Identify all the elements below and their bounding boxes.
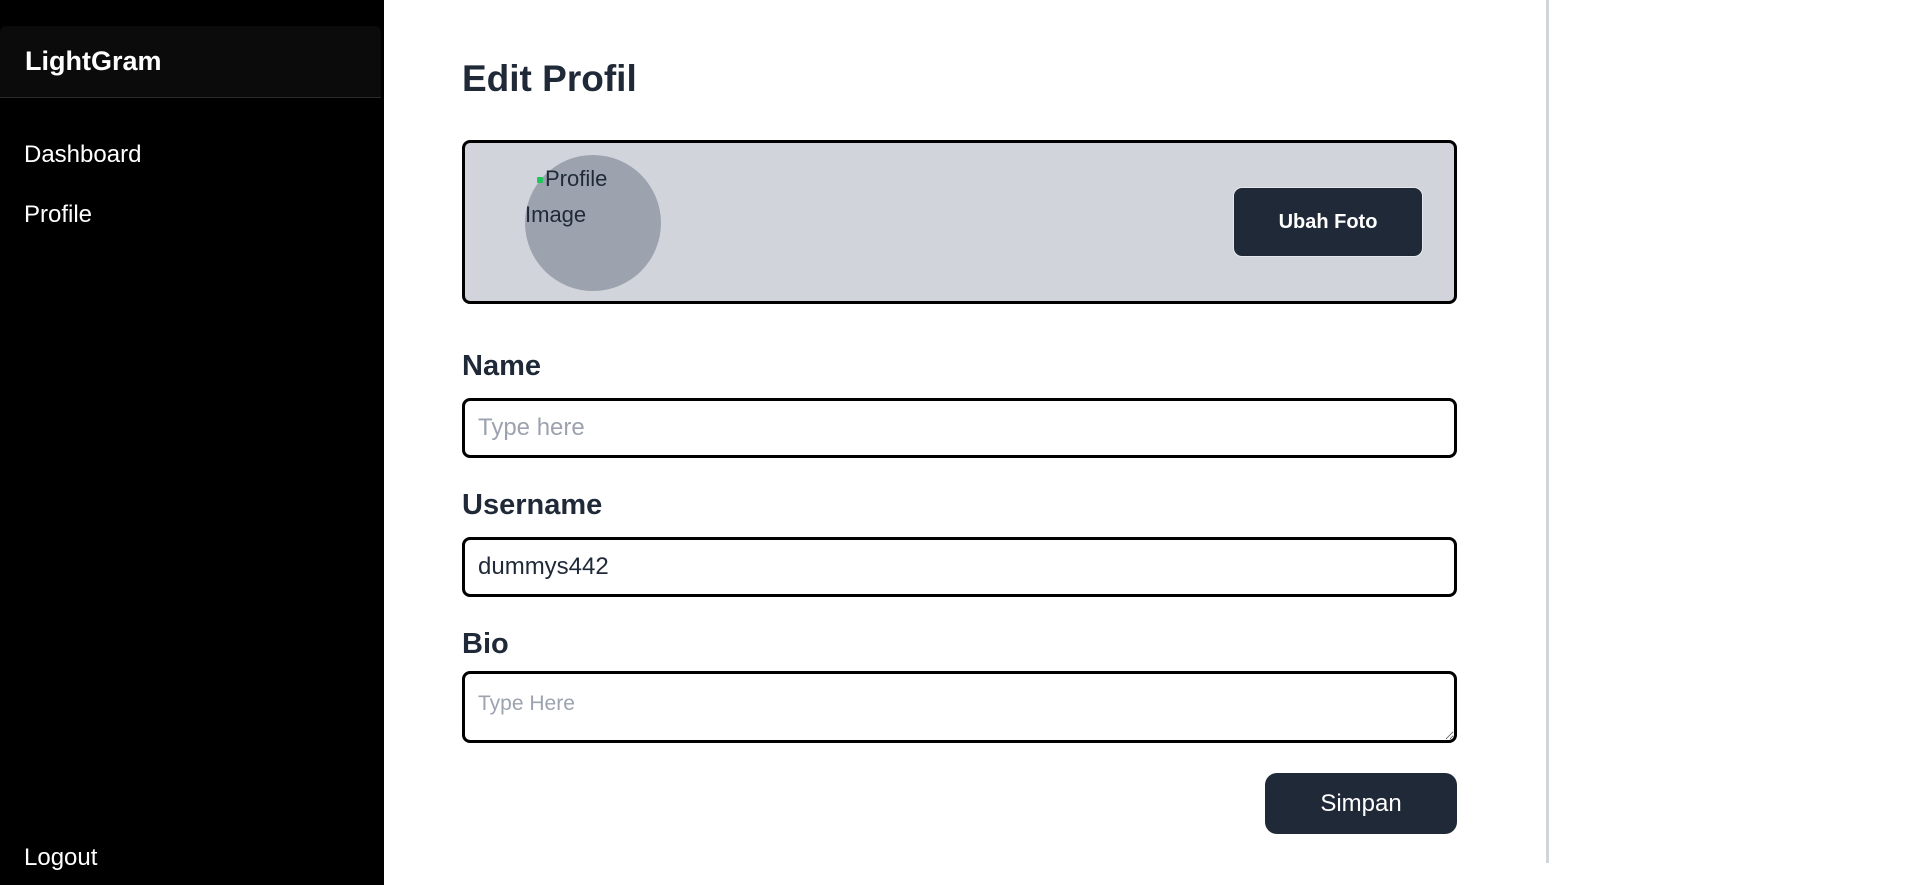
brand-logo[interactable]: LightGram bbox=[0, 26, 381, 98]
sidebar-item-dashboard[interactable]: Dashboard bbox=[24, 135, 141, 195]
sidebar: LightGram Dashboard Profile Logout bbox=[0, 0, 384, 885]
page-title: Edit Profil bbox=[462, 58, 637, 99]
username-label: Username bbox=[462, 489, 603, 521]
bio-textarea[interactable] bbox=[462, 671, 1457, 743]
change-photo-button[interactable]: Ubah Foto bbox=[1233, 187, 1423, 257]
bio-label: Bio bbox=[462, 628, 509, 660]
app-root: LightGram Dashboard Profile Logout Edit … bbox=[0, 0, 1914, 885]
name-input[interactable] bbox=[462, 398, 1457, 458]
avatar-broken-image: Profile Image bbox=[525, 161, 645, 233]
main-content: Edit Profil Profile Image Ubah Foto Name… bbox=[384, 0, 1548, 885]
username-input[interactable] bbox=[462, 537, 1457, 597]
avatar-alt-text: Profile Image bbox=[525, 166, 608, 227]
save-button[interactable]: Simpan bbox=[1265, 773, 1457, 834]
sidebar-item-profile[interactable]: Profile bbox=[24, 195, 141, 255]
logout-link[interactable]: Logout bbox=[24, 838, 97, 878]
sidebar-nav: Dashboard Profile bbox=[24, 135, 141, 255]
profile-photo-card: Profile Image Ubah Foto bbox=[462, 140, 1457, 304]
name-label: Name bbox=[462, 350, 541, 382]
avatar: Profile Image bbox=[525, 155, 661, 291]
content-divider bbox=[1546, 0, 1549, 863]
broken-image-icon bbox=[537, 177, 543, 184]
